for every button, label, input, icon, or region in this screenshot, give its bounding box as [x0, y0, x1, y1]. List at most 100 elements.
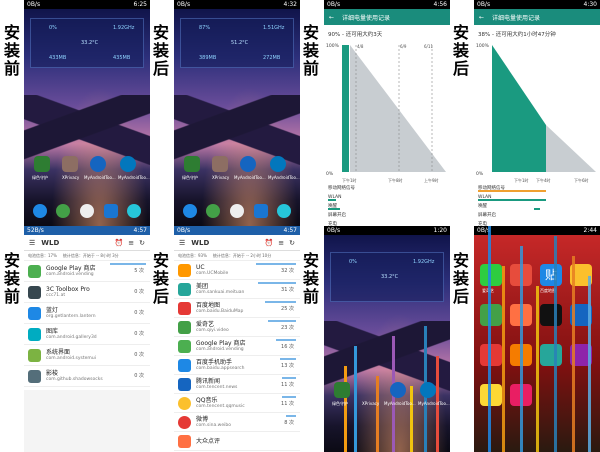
- tieba-icon[interactable]: 贴: [540, 264, 562, 286]
- sort-icon[interactable]: ≡: [128, 239, 134, 247]
- battery-history-after: 0B/s 4:30 ← 详细电量使用记录 38% - 还可用大约1小时47分钟 10…: [474, 0, 600, 226]
- app-icon[interactable]: [540, 344, 562, 366]
- battery-area-projection: [546, 125, 596, 172]
- status-bar: 0B/s 4:56: [324, 0, 450, 9]
- greenify-icon[interactable]: [34, 156, 50, 172]
- label-after-home: 安装后: [152, 23, 169, 78]
- greenify-icon[interactable]: [184, 156, 200, 172]
- status-rows: 移动网络信号 WLAN 唤醒 屏幕开启 充电: [328, 186, 355, 226]
- home-screen-after: 0B/s 4:32 87% 1.51GHz 51.2°C 389MB 272MB …: [174, 0, 300, 226]
- play-store-icon: [28, 264, 41, 278]
- sort-icon[interactable]: ≡: [278, 239, 284, 247]
- status-bar: 0B/s 4:32: [174, 0, 300, 9]
- label-before-wld: 安装前: [3, 251, 20, 306]
- dock: [28, 200, 146, 222]
- list-item[interactable]: 百度地图 com.baidu.BaiduMap 25 次: [174, 299, 300, 318]
- dianping-icon: [178, 434, 191, 448]
- xprivacy-icon[interactable]: [62, 156, 78, 172]
- camera-icon[interactable]: [277, 204, 292, 218]
- app-icon[interactable]: [480, 384, 502, 406]
- refresh-icon[interactable]: ↻: [139, 239, 145, 247]
- app-label: XPrivacy: [362, 401, 380, 406]
- y-max-label: 100%: [476, 43, 490, 49]
- y-min-label: 0%: [326, 171, 334, 177]
- app-bar: ☰ WLD ⏰ ≡ ↻: [24, 235, 150, 251]
- list-item[interactable]: 蓝灯 org.getlantern.lantern 0 次: [24, 303, 150, 324]
- refresh-icon[interactable]: ↻: [289, 239, 295, 247]
- messages-icon[interactable]: [206, 204, 221, 218]
- myandroidtools2-icon[interactable]: [120, 156, 136, 172]
- list-item[interactable]: QQ音乐 com.tencent.qqmusic 11 次: [174, 394, 300, 413]
- app-label: MyAndroidToo...: [84, 175, 116, 180]
- list-item[interactable]: 3C Toolbox Pro ccc71.at 0 次: [24, 282, 150, 303]
- wakelock-detector-before: 52B/s 4:57 ☰ WLD ⏰ ≡ ↻ 电池信息：17% 统计信息：开始于 …: [24, 226, 150, 452]
- list-item[interactable]: 微博 com.sina.weibo 8 次: [174, 413, 300, 432]
- stats-info: 统计信息：开始于 -- 8小时 3分: [62, 253, 119, 258]
- app-bar: ← 详细电量使用记录: [324, 9, 450, 25]
- play-store-icon: [178, 339, 191, 353]
- list-item[interactable]: 系统界面 com.android.systemui 0 次: [24, 345, 150, 366]
- app-icon[interactable]: [480, 304, 502, 326]
- battery-area-projection: [350, 45, 446, 172]
- myandroidtools2-icon[interactable]: [420, 382, 436, 398]
- list-item[interactable]: 大众点评: [174, 432, 300, 451]
- camera-icon[interactable]: [127, 204, 142, 218]
- tencent-news-icon: [178, 377, 191, 391]
- back-arrow-icon[interactable]: ←: [329, 14, 334, 21]
- app-label: 绿色守护: [32, 175, 48, 180]
- list-item[interactable]: 影梭 com.github.shadowsocks 0 次: [24, 366, 150, 387]
- list-item[interactable]: 美团 com.sankuai.meituan 31 次: [174, 280, 300, 299]
- app-icon[interactable]: [480, 344, 502, 366]
- iqiyi-icon[interactable]: [480, 264, 502, 286]
- greenify-icon[interactable]: [334, 382, 350, 398]
- battery-subtitle: 90% - 还可用大约3天: [328, 32, 383, 38]
- lantern-icon: [28, 306, 41, 320]
- contacts-icon[interactable]: [253, 204, 268, 218]
- apps-drawer-icon[interactable]: [229, 204, 244, 218]
- list-item[interactable]: UC com.UCMobile 32 次: [174, 261, 300, 280]
- app-label: MyAndroidToo...: [118, 175, 150, 180]
- status-bar: 52B/s 4:57: [24, 226, 150, 235]
- menu-icon[interactable]: ☰: [29, 239, 35, 247]
- xprivacy-icon[interactable]: [212, 156, 228, 172]
- alarm-icon[interactable]: ⏰: [265, 239, 274, 247]
- app-label: MyAndroidToo...: [268, 175, 300, 180]
- y-max-label: 100%: [326, 43, 340, 49]
- status-bar: 0B/s 4:57: [174, 226, 300, 235]
- contacts-icon[interactable]: [103, 204, 118, 218]
- system-monitor-widget[interactable]: 87% 1.51GHz 51.2°C 389MB 272MB: [180, 18, 294, 68]
- qq-music-icon: [178, 396, 191, 410]
- list-item[interactable]: 腾讯新闻 com.tencent.news 11 次: [174, 375, 300, 394]
- android-icon: [28, 348, 41, 362]
- menu-icon[interactable]: ☰: [179, 239, 185, 247]
- home-glitch-after: 0B/s2:44 贴 爱奇艺 百度地图: [474, 226, 600, 452]
- list-item[interactable]: 爱奇艺 com.qiyi.video 23 次: [174, 318, 300, 337]
- system-monitor-widget[interactable]: 0% 1.92GHz 33.2°C: [330, 252, 444, 302]
- phone-icon[interactable]: [182, 204, 197, 218]
- label-after-glitch: 安装后: [452, 251, 469, 306]
- label-before-home: 安装前: [3, 23, 20, 78]
- back-arrow-icon[interactable]: ←: [479, 14, 484, 21]
- myandroidtools-icon[interactable]: [240, 156, 256, 172]
- myandroidtools-icon[interactable]: [90, 156, 106, 172]
- x-tick-label: 下午8时: [388, 177, 403, 183]
- system-monitor-widget[interactable]: 0% 1.92GHz 33.2°C 433MB 435MB: [30, 18, 144, 68]
- dock: [178, 200, 296, 222]
- x-tick-label: 下午6时: [574, 177, 589, 183]
- alarm-icon[interactable]: ⏰: [115, 239, 124, 247]
- status-bar: 0B/s 2:44: [474, 226, 600, 235]
- app-label: MyAndroidToo...: [418, 401, 450, 406]
- myandroidtools2-icon[interactable]: [270, 156, 286, 172]
- messages-icon[interactable]: [56, 204, 71, 218]
- list-item[interactable]: 百度手机助手 com.baidu.appsearch 13 次: [174, 356, 300, 375]
- app-icon[interactable]: [540, 304, 562, 326]
- x-tick-label: 下午1时: [514, 177, 529, 183]
- list-item[interactable]: 图库 com.android.gallery3d 0 次: [24, 324, 150, 345]
- battery-chart: 100% 0% 下午1时 下午4时 下午6时: [476, 43, 596, 183]
- list-item[interactable]: Google Play 商店 com.android.vending 16 次: [174, 337, 300, 356]
- myandroidtools-icon[interactable]: [390, 382, 406, 398]
- list-item[interactable]: Google Play 商店 com.android.vending 5 次: [24, 261, 150, 282]
- apps-drawer-icon[interactable]: [79, 204, 94, 218]
- phone-icon[interactable]: [32, 204, 47, 218]
- status-bar: 0B/s 4:30: [474, 0, 600, 9]
